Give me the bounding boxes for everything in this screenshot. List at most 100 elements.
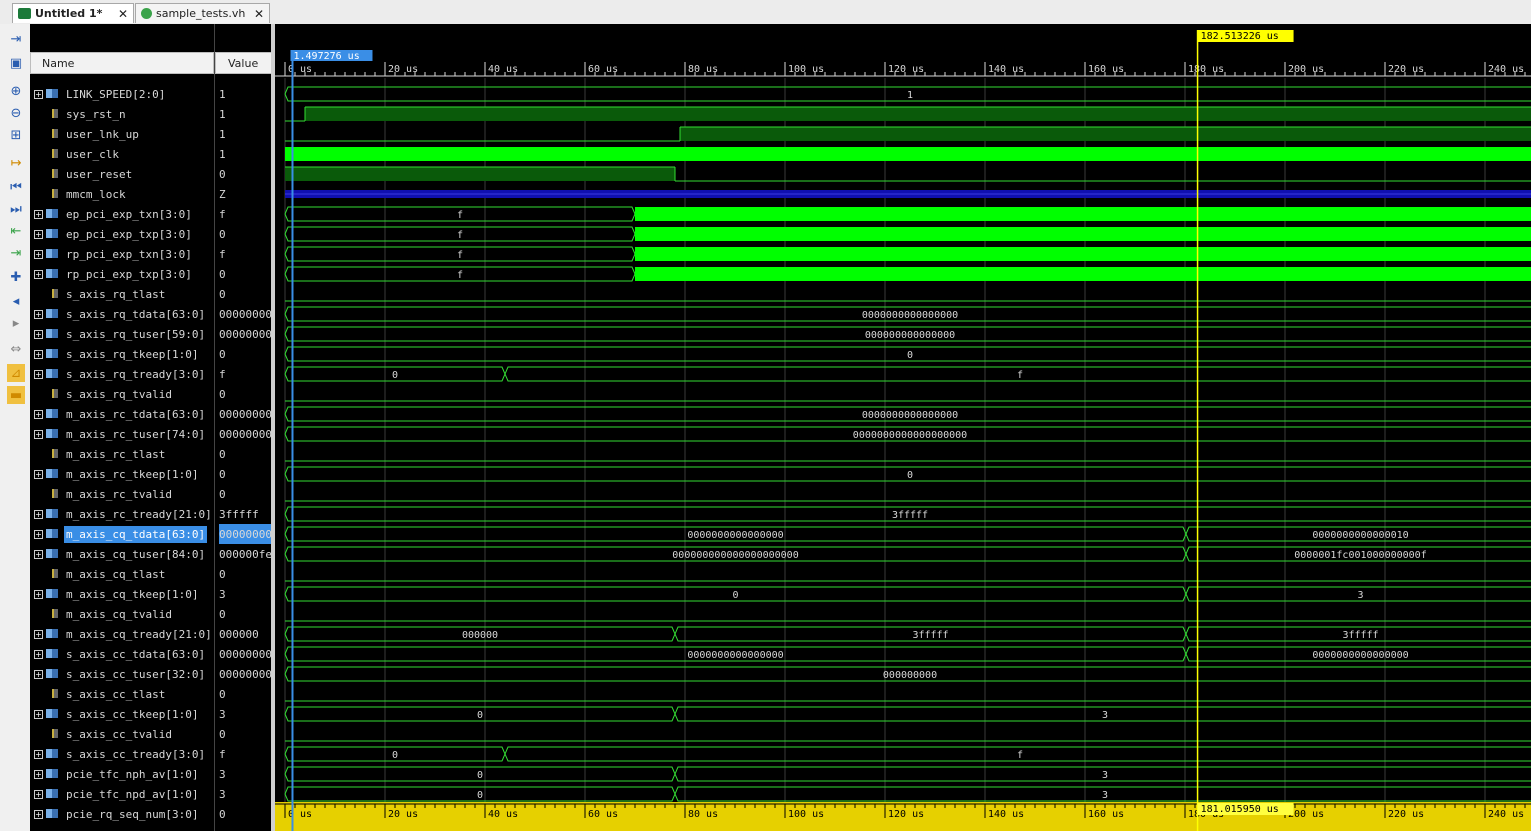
previous-marker-icon[interactable]: ◂ [7,292,25,310]
close-icon[interactable]: ✕ [118,7,128,21]
signal-row[interactable]: s_axis_rq_tvalid [30,384,214,404]
signal-row[interactable]: + s_axis_rq_tready[3:0] [30,364,214,384]
signal-row[interactable]: + m_axis_rc_tdata[63:0] [30,404,214,424]
signal-name[interactable]: LINK_SPEED[2:0] [64,86,167,103]
signal-name[interactable]: ep_pci_exp_txp[3:0] [64,226,194,243]
signal-row[interactable]: m_axis_cq_tvalid [30,604,214,624]
signal-name[interactable]: sys_rst_n [64,106,128,123]
signal-row[interactable]: m_axis_rc_tlast [30,444,214,464]
signal-row[interactable]: + pcie_tfc_npd_av[1:0] [30,784,214,804]
zoom-fit-icon[interactable]: ⇥ [7,30,25,48]
tab-sample-tests[interactable]: sample_tests.vh ✕ [135,3,270,23]
signal-row[interactable]: + pcie_rq_seq_num[3:0] [30,804,214,824]
signal-row[interactable]: + s_axis_rq_tkeep[1:0] [30,344,214,364]
expand-icon[interactable]: + [34,630,43,639]
signal-name[interactable]: user_clk [64,146,121,163]
signal-name[interactable]: rp_pci_exp_txn[3:0] [64,246,194,263]
signal-row[interactable]: s_axis_cc_tvalid [30,724,214,744]
signal-name[interactable]: s_axis_cc_tlast [64,686,167,703]
signal-name[interactable]: s_axis_cc_tready[3:0] [64,746,207,763]
next-marker-icon[interactable]: ▸ [7,314,25,332]
signal-row[interactable]: + rp_pci_exp_txp[3:0] [30,264,214,284]
waveform-canvas[interactable]: 0 us 20 us 40 us 60 us 80 us 100 us 120 us 140 … [275,24,1531,831]
signal-name[interactable]: s_axis_cc_tvalid [64,726,174,743]
zoom-full-icon[interactable]: ⊞ [7,126,25,144]
expand-icon[interactable]: + [34,510,43,519]
expand-icon[interactable]: + [34,790,43,799]
signal-row[interactable]: + LINK_SPEED[2:0] [30,84,214,104]
signal-row[interactable]: + m_axis_rc_tuser[74:0] [30,424,214,444]
zoom-in-icon[interactable]: ⊕ [7,82,25,100]
signal-name[interactable]: rp_pci_exp_txp[3:0] [64,266,194,283]
expand-icon[interactable]: + [34,530,43,539]
tab-untitled-1[interactable]: Untitled 1* ✕ [12,3,134,23]
signal-name[interactable]: m_axis_cq_tready[21:0] [64,626,214,643]
signal-name[interactable]: user_lnk_up [64,126,141,143]
signal-row[interactable]: + s_axis_cc_tdata[63:0] [30,644,214,664]
name-column-header[interactable]: Name [30,52,214,74]
signal-name[interactable]: m_axis_cq_tkeep[1:0] [64,586,200,603]
signal-name[interactable]: m_axis_cq_tlast [64,566,167,583]
expand-icon[interactable]: + [34,430,43,439]
signal-name[interactable]: m_axis_cq_tdata[63:0] [64,525,208,543]
expand-icon[interactable]: + [34,230,43,239]
signal-name[interactable]: ep_pci_exp_txn[3:0] [64,206,194,223]
signal-row[interactable]: sys_rst_n [30,104,214,124]
zoom-out-icon[interactable]: ⊖ [7,104,25,122]
signal-row[interactable]: + s_axis_cc_tuser[32:0] [30,664,214,684]
waveform-viewer[interactable]: 0 us 20 us 40 us 60 us 80 us 100 us 120 us 140 … [275,24,1531,831]
signal-row[interactable]: mmcm_lock [30,184,214,204]
signal-name[interactable]: mmcm_lock [64,186,128,203]
signal-row[interactable]: + m_axis_cq_tready[21:0] [30,624,214,644]
signal-row[interactable]: + m_axis_rc_tkeep[1:0] [30,464,214,484]
signal-name[interactable]: s_axis_rq_tkeep[1:0] [64,346,200,363]
signal-name[interactable]: s_axis_rq_tdata[63:0] [64,306,207,323]
signal-row[interactable]: + s_axis_cc_tkeep[1:0] [30,704,214,724]
signal-row[interactable]: user_lnk_up [30,124,214,144]
snap-to-transition-icon[interactable]: ⊿ [7,364,25,382]
signal-row[interactable]: + s_axis_rq_tdata[63:0] [30,304,214,324]
signal-row[interactable]: + m_axis_rc_tready[21:0] [30,504,214,524]
value-column-header[interactable]: Value [215,52,272,74]
go-to-start-icon[interactable]: ⏮ [7,178,25,196]
go-to-end-icon[interactable]: ⏭ [7,200,25,218]
signal-row[interactable]: s_axis_rq_tlast [30,284,214,304]
expand-icon[interactable]: + [34,310,43,319]
signal-name[interactable]: s_axis_cc_tkeep[1:0] [64,706,200,723]
signal-row[interactable]: + ep_pci_exp_txn[3:0] [30,204,214,224]
expand-icon[interactable]: + [34,810,43,819]
signal-name[interactable]: s_axis_rq_tuser[59:0] [64,326,207,343]
signal-row[interactable]: + m_axis_cq_tdata[63:0] [30,524,214,544]
close-icon[interactable]: ✕ [254,7,264,21]
signal-row[interactable]: user_clk [30,144,214,164]
signal-name[interactable]: m_axis_cq_tuser[84:0] [64,546,207,563]
expand-icon[interactable]: + [34,370,43,379]
expand-icon[interactable]: + [34,350,43,359]
signal-row[interactable]: + ep_pci_exp_txp[3:0] [30,224,214,244]
signal-name[interactable]: pcie_tfc_npd_av[1:0] [64,786,200,803]
expand-icon[interactable]: + [34,470,43,479]
expand-icon[interactable]: + [34,410,43,419]
signal-row[interactable]: + s_axis_rq_tuser[59:0] [30,324,214,344]
signal-row[interactable]: + m_axis_cq_tuser[84:0] [30,544,214,564]
signal-row[interactable]: + pcie_tfc_nph_av[1:0] [30,764,214,784]
expand-icon[interactable]: + [34,650,43,659]
go-to-cursor-icon[interactable]: ↦ [7,154,25,172]
next-transition-icon[interactable]: ⇥ [7,244,25,262]
signal-name[interactable]: m_axis_rc_tuser[74:0] [64,426,207,443]
previous-transition-icon[interactable]: ⇤ [7,222,25,240]
signal-name[interactable]: m_axis_rc_tdata[63:0] [64,406,207,423]
signal-row[interactable]: m_axis_cq_tlast [30,564,214,584]
signal-name[interactable]: s_axis_cc_tuser[32:0] [64,666,207,683]
signal-name[interactable]: user_reset [64,166,134,183]
signal-name[interactable]: m_axis_rc_tvalid [64,486,174,503]
signal-name[interactable]: m_axis_rc_tlast [64,446,167,463]
expand-icon[interactable]: + [34,330,43,339]
signal-name[interactable]: m_axis_rc_tready[21:0] [64,506,214,523]
expand-icon[interactable]: + [34,250,43,259]
expand-icon[interactable]: + [34,590,43,599]
signal-row[interactable]: s_axis_cc_tlast [30,684,214,704]
expand-icon[interactable]: + [34,750,43,759]
save-icon[interactable]: ▣ [7,54,25,72]
signal-name[interactable]: m_axis_rc_tkeep[1:0] [64,466,200,483]
